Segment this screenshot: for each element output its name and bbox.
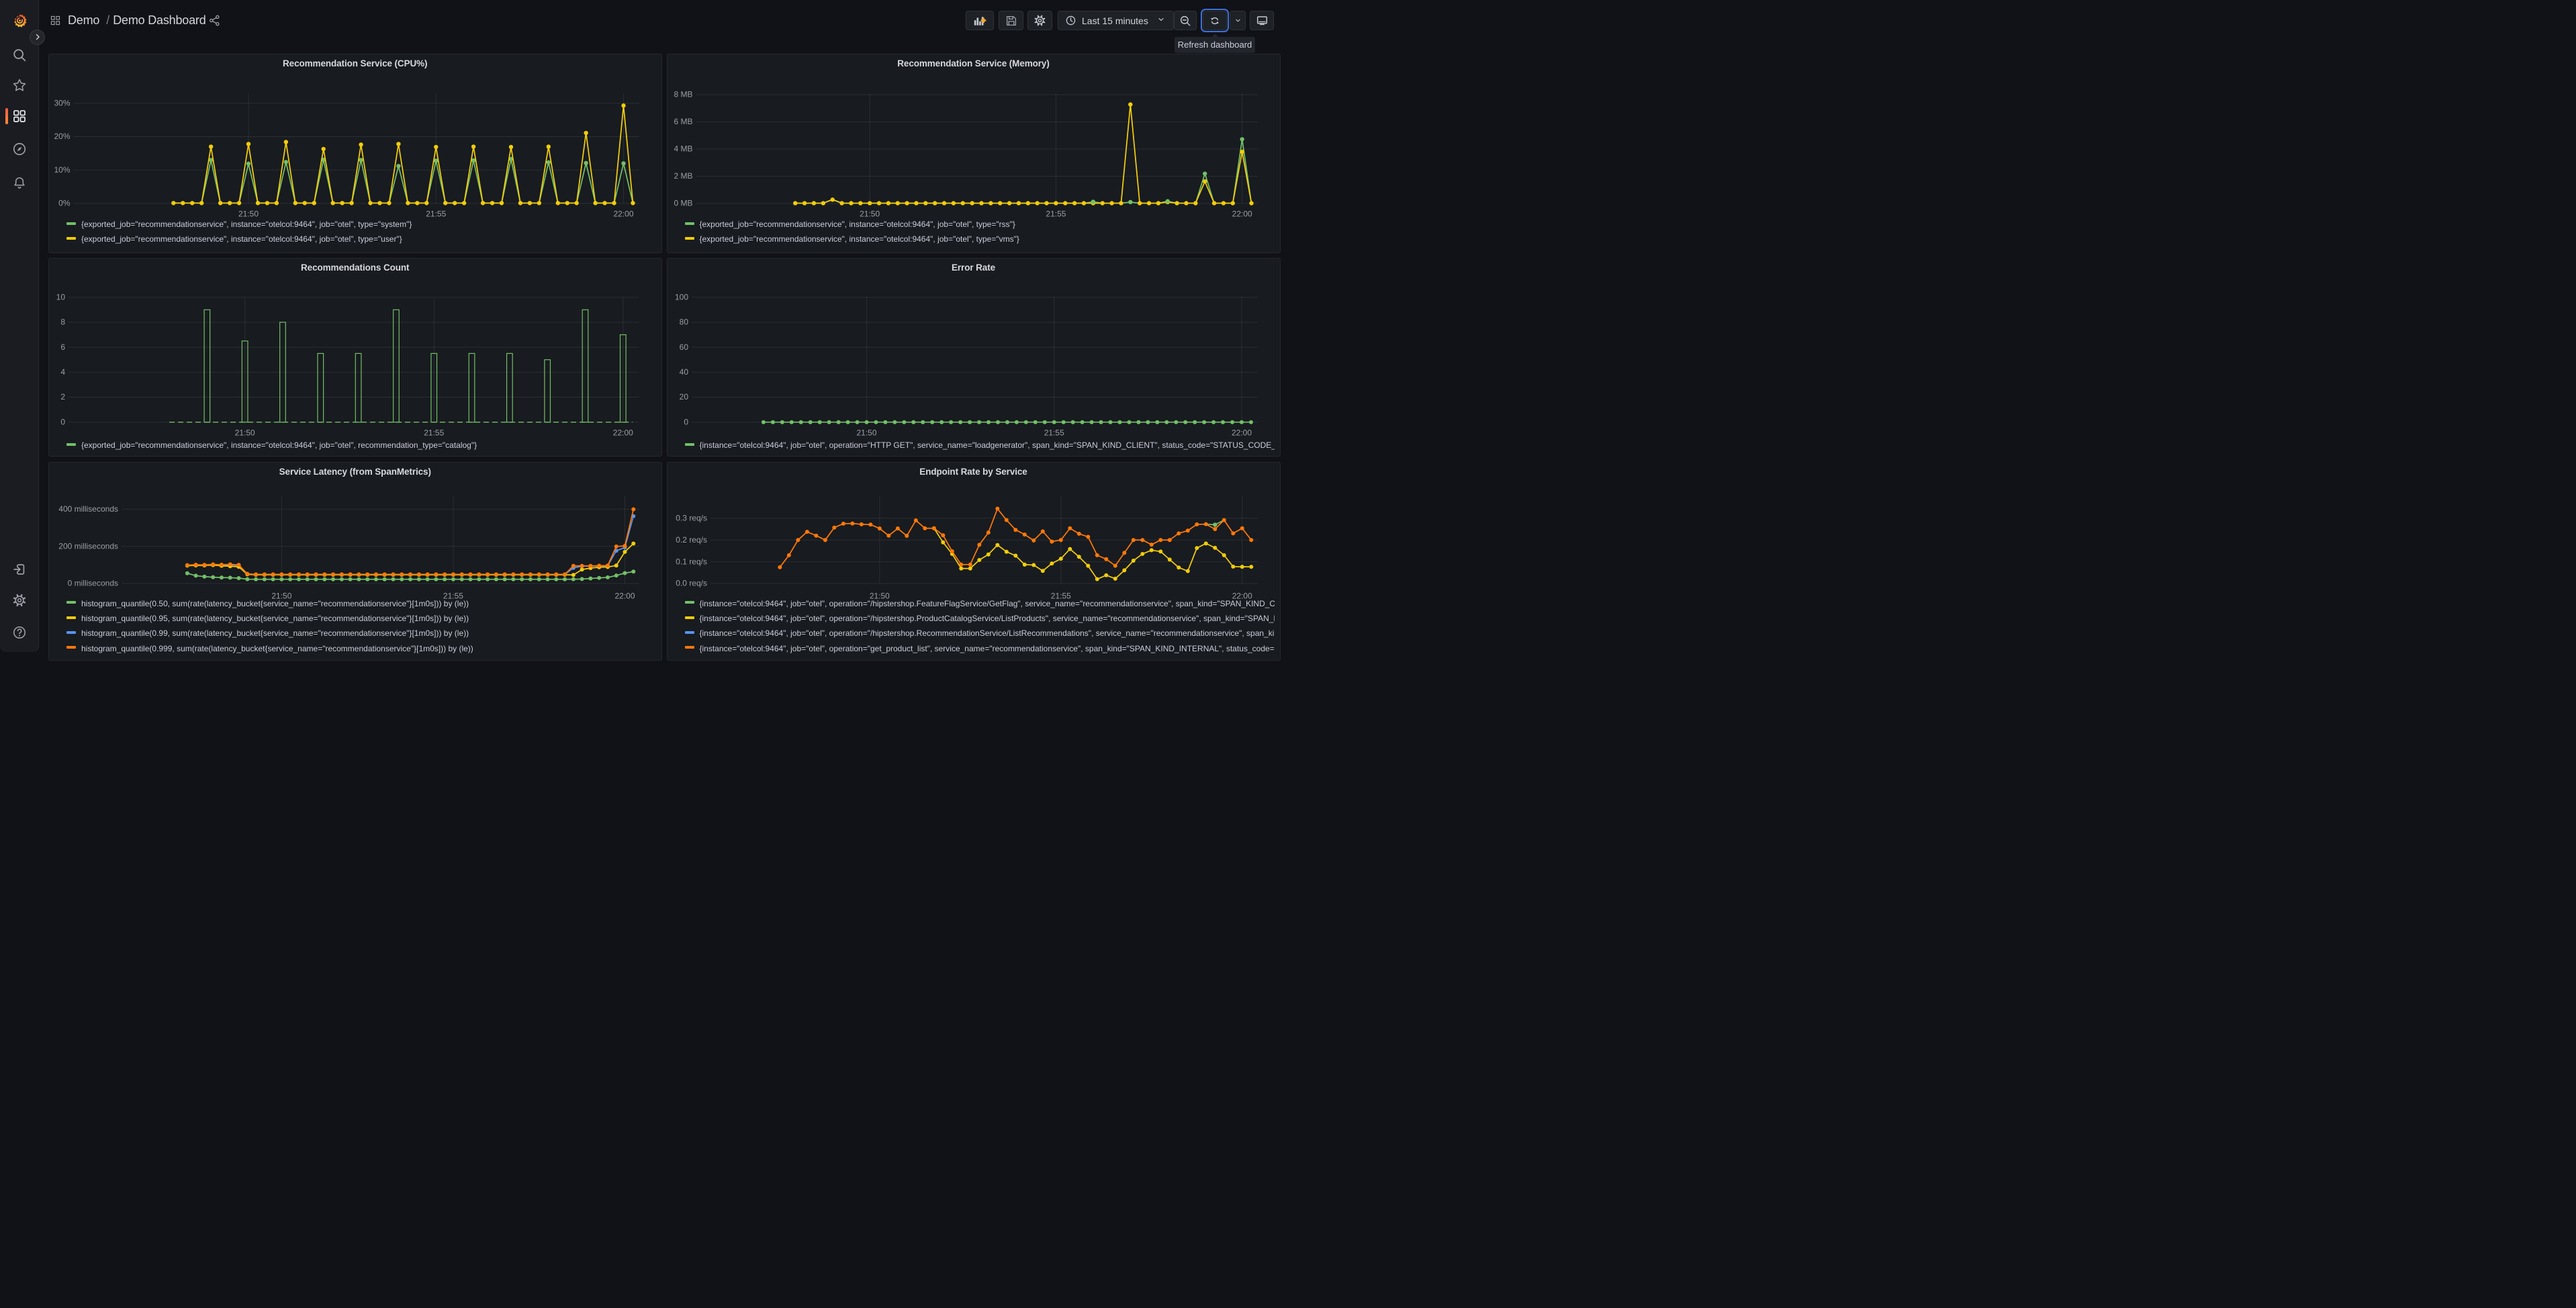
svg-text:0 milliseconds: 0 milliseconds (68, 579, 118, 588)
svg-text:20: 20 (679, 392, 688, 402)
svg-text:2 MB: 2 MB (674, 171, 692, 181)
svg-text:40: 40 (679, 367, 688, 377)
svg-text:22:00: 22:00 (1231, 428, 1251, 438)
svg-text:0: 0 (60, 417, 65, 426)
svg-text:0.3 req/s: 0.3 req/s (676, 513, 707, 522)
svg-text:100: 100 (674, 292, 688, 301)
svg-text:0: 0 (684, 417, 688, 426)
svg-text:21:55: 21:55 (426, 209, 446, 219)
svg-text:4: 4 (60, 367, 65, 377)
svg-text:6 MB: 6 MB (674, 117, 692, 126)
svg-text:8 MB: 8 MB (674, 90, 692, 99)
svg-text:4 MB: 4 MB (674, 144, 692, 154)
svg-text:400 milliseconds: 400 milliseconds (58, 504, 118, 514)
svg-text:2: 2 (60, 392, 65, 402)
svg-text:21:55: 21:55 (424, 428, 444, 438)
svg-text:21:50: 21:50 (238, 209, 259, 219)
svg-text:200 milliseconds: 200 milliseconds (58, 541, 118, 551)
svg-text:21:50: 21:50 (235, 428, 255, 438)
svg-text:21:55: 21:55 (1046, 209, 1066, 219)
svg-text:80: 80 (679, 318, 688, 327)
svg-text:30%: 30% (54, 98, 70, 107)
svg-text:6: 6 (60, 342, 65, 352)
svg-text:21:50: 21:50 (856, 428, 876, 438)
svg-text:0.0 req/s: 0.0 req/s (676, 579, 707, 588)
svg-text:21:55: 21:55 (1044, 428, 1064, 438)
svg-text:60: 60 (679, 342, 688, 352)
svg-text:0 MB: 0 MB (674, 199, 692, 208)
svg-text:10: 10 (56, 292, 66, 301)
svg-text:0%: 0% (58, 199, 71, 208)
svg-text:20%: 20% (54, 132, 70, 141)
svg-text:22:00: 22:00 (613, 209, 633, 219)
svg-text:8: 8 (60, 318, 65, 327)
svg-text:0.2 req/s: 0.2 req/s (676, 535, 707, 545)
svg-text:10%: 10% (54, 165, 70, 175)
svg-text:22:00: 22:00 (613, 428, 633, 438)
svg-text:22:00: 22:00 (1232, 209, 1252, 219)
svg-text:0.1 req/s: 0.1 req/s (676, 557, 707, 566)
svg-text:21:50: 21:50 (860, 209, 880, 219)
